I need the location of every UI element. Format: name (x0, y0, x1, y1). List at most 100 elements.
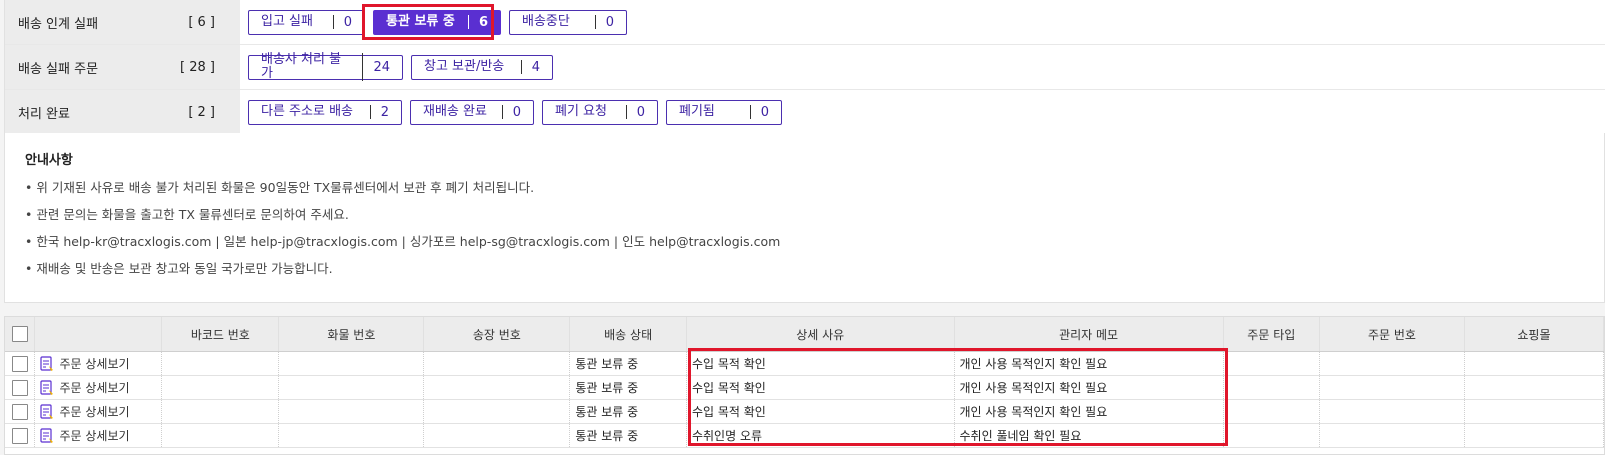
filter-group-label: 배송 인계 실패 (18, 16, 99, 32)
order-type-cell (1223, 423, 1320, 448)
row-checkbox[interactable] (11, 403, 28, 420)
filter-row-delivery-failed: 배송 실패 주문 [ 28 ] 배송사 처리 불가 24 창고 보관/반송 4 (5, 45, 1605, 90)
order-detail-label: 주문 상세보기 (59, 357, 130, 371)
shopping-mall-cell (1464, 351, 1604, 376)
order-detail-link[interactable]: 주문 상세보기 (40, 355, 156, 372)
delivery-status-cell: 통관 보류 중 (569, 399, 687, 424)
filter-button-redelivered[interactable]: 재배송 완료 0 (410, 99, 534, 125)
admin-memo-cell: 개인 사용 목적인지 확인 필요 (954, 351, 1224, 376)
row-select-cell[interactable] (5, 423, 36, 448)
shopping-mall-cell (1464, 375, 1604, 400)
status-filter-panel: 배송 인계 실패 [ 6 ] 입고 실패 0 통관 보류 중 6 배송중단 0 … (4, 0, 1605, 136)
notice-line: • 재배송 및 반송은 보관 창고와 동일 국가로만 가능합니다. (25, 261, 333, 276)
filter-button-customs-hold[interactable]: 통관 보류 중 6 (373, 9, 501, 35)
notice-line: • 한국 help-kr@tracxlogis.com | 일본 help-jp… (25, 234, 781, 249)
cargo-number-cell (278, 399, 425, 424)
order-detail-label: 주문 상세보기 (59, 429, 130, 443)
column-header-cargo-number[interactable]: 화물 번호 (278, 317, 425, 352)
admin-memo-cell: 개인 사용 목적인지 확인 필요 (954, 399, 1224, 424)
invoice-number-cell (423, 423, 571, 448)
filter-group-count: [ 6 ] (188, 14, 215, 30)
document-icon (40, 403, 54, 419)
filter-button-delivery-stopped[interactable]: 배송중단 0 (509, 9, 627, 35)
filter-button-carrier-unable[interactable]: 배송사 처리 불가 24 (248, 53, 403, 81)
order-number-cell (1319, 399, 1465, 424)
column-header-detail-reason[interactable]: 상세 사유 (686, 317, 955, 352)
admin-memo-cell: 수취인 풀네임 확인 필요 (954, 423, 1224, 448)
invoice-number-cell (423, 375, 571, 400)
order-detail-label: 주문 상세보기 (59, 381, 130, 395)
filter-button-disposed[interactable]: 폐기됨 0 (666, 99, 782, 125)
filter-button-disposal-request[interactable]: 폐기 요청 0 (542, 99, 658, 125)
cargo-number-cell (278, 375, 425, 400)
column-header-delivery-status[interactable]: 배송 상태 (569, 317, 687, 352)
notice-line: • 위 기재된 사유로 배송 불가 처리된 화물은 90일동안 TX물류센터에서… (25, 180, 535, 195)
column-header-admin-memo[interactable]: 관리자 메모 (954, 317, 1224, 352)
barcode-cell (161, 375, 280, 400)
column-header-order-number[interactable]: 주문 번호 (1319, 317, 1465, 352)
row-select-cell[interactable] (5, 375, 36, 400)
filter-group-count: [ 2 ] (188, 104, 215, 120)
row-select-cell[interactable] (5, 351, 36, 376)
barcode-cell (161, 399, 280, 424)
order-number-cell (1319, 375, 1465, 400)
order-detail-link[interactable]: 주문 상세보기 (40, 379, 156, 396)
barcode-cell (161, 423, 280, 448)
notice-line: • 관련 문의는 화물을 출고한 TX 물류센터로 문의하여 주세요. (25, 207, 349, 222)
table-row[interactable]: 주문 상세보기 통관 보류 중 수취인명 오류 수취인 풀네임 확인 필요 (5, 423, 1604, 448)
document-icon (40, 379, 54, 395)
shopping-mall-cell (1464, 399, 1604, 424)
filter-group-label: 처리 완료 (18, 106, 70, 122)
order-detail-cell[interactable]: 주문 상세보기 (34, 399, 163, 424)
cargo-number-cell (278, 351, 425, 376)
order-detail-link[interactable]: 주문 상세보기 (40, 427, 156, 444)
row-checkbox[interactable] (11, 379, 28, 396)
table-header-row: 바코드 번호 화물 번호 송장 번호 배송 상태 상세 사유 관리자 메모 주문… (5, 317, 1604, 352)
order-detail-cell[interactable]: 주문 상세보기 (34, 375, 163, 400)
detail-reason-cell: 수입 목적 확인 (686, 375, 955, 400)
order-number-cell (1319, 423, 1465, 448)
row-checkbox[interactable] (11, 355, 28, 372)
detail-reason-cell: 수입 목적 확인 (686, 351, 955, 376)
order-type-cell (1223, 351, 1320, 376)
order-detail-label: 주문 상세보기 (59, 405, 130, 419)
detail-reason-cell: 수취인명 오류 (686, 423, 955, 448)
orders-grid: 바코드 번호 화물 번호 송장 번호 배송 상태 상세 사유 관리자 메모 주문… (4, 316, 1605, 455)
filter-button-storage-return[interactable]: 창고 보관/반송 4 (411, 54, 553, 80)
filter-button-inbound-failed[interactable]: 입고 실패 0 (248, 9, 365, 35)
filter-button-other-address[interactable]: 다른 주소로 배송 2 (248, 99, 402, 125)
order-type-cell (1223, 399, 1320, 424)
delivery-status-cell: 통관 보류 중 (569, 351, 687, 376)
order-type-cell (1223, 375, 1320, 400)
filter-group-count: [ 28 ] (180, 59, 215, 75)
table-row[interactable]: 주문 상세보기 통관 보류 중 수입 목적 확인 개인 사용 목적인지 확인 필… (5, 375, 1604, 400)
notice-panel: 안내사항 • 위 기재된 사유로 배송 불가 처리된 화물은 90일동안 TX물… (4, 133, 1605, 303)
order-detail-cell[interactable]: 주문 상세보기 (34, 351, 163, 376)
admin-memo-cell: 개인 사용 목적인지 확인 필요 (954, 375, 1224, 400)
column-header-invoice-number[interactable]: 송장 번호 (423, 317, 571, 352)
row-checkbox[interactable] (11, 427, 28, 444)
filter-row-completed: 처리 완료 [ 2 ] 다른 주소로 배송 2 재배송 완료 0 폐기 요청 0… (5, 90, 1605, 135)
barcode-cell (161, 351, 280, 376)
table-row[interactable]: 주문 상세보기 통관 보류 중 수입 목적 확인 개인 사용 목적인지 확인 필… (5, 399, 1604, 424)
order-detail-link[interactable]: 주문 상세보기 (40, 403, 156, 420)
cargo-number-cell (278, 423, 425, 448)
notice-title: 안내사항 (25, 153, 73, 168)
document-icon (40, 427, 54, 443)
column-header-order-type[interactable]: 주문 타입 (1223, 317, 1320, 352)
detail-reason-cell: 수입 목적 확인 (686, 399, 955, 424)
delivery-status-cell: 통관 보류 중 (569, 423, 687, 448)
invoice-number-cell (423, 351, 571, 376)
order-detail-cell[interactable]: 주문 상세보기 (34, 423, 163, 448)
column-header-barcode[interactable]: 바코드 번호 (161, 317, 280, 352)
row-select-cell[interactable] (5, 399, 36, 424)
filter-group-label: 배송 실패 주문 (18, 61, 99, 77)
column-header (34, 317, 163, 352)
order-number-cell (1319, 351, 1465, 376)
delivery-status-cell: 통관 보류 중 (569, 375, 687, 400)
select-all-checkbox[interactable] (11, 326, 28, 342)
column-header-shopping-mall[interactable]: 쇼핑몰 (1464, 317, 1604, 352)
table-row[interactable]: 주문 상세보기 통관 보류 중 수입 목적 확인 개인 사용 목적인지 확인 필… (5, 351, 1604, 376)
select-all-cell[interactable] (5, 317, 36, 352)
filter-row-handover-failed: 배송 인계 실패 [ 6 ] 입고 실패 0 통관 보류 중 6 배송중단 0 (5, 0, 1605, 45)
